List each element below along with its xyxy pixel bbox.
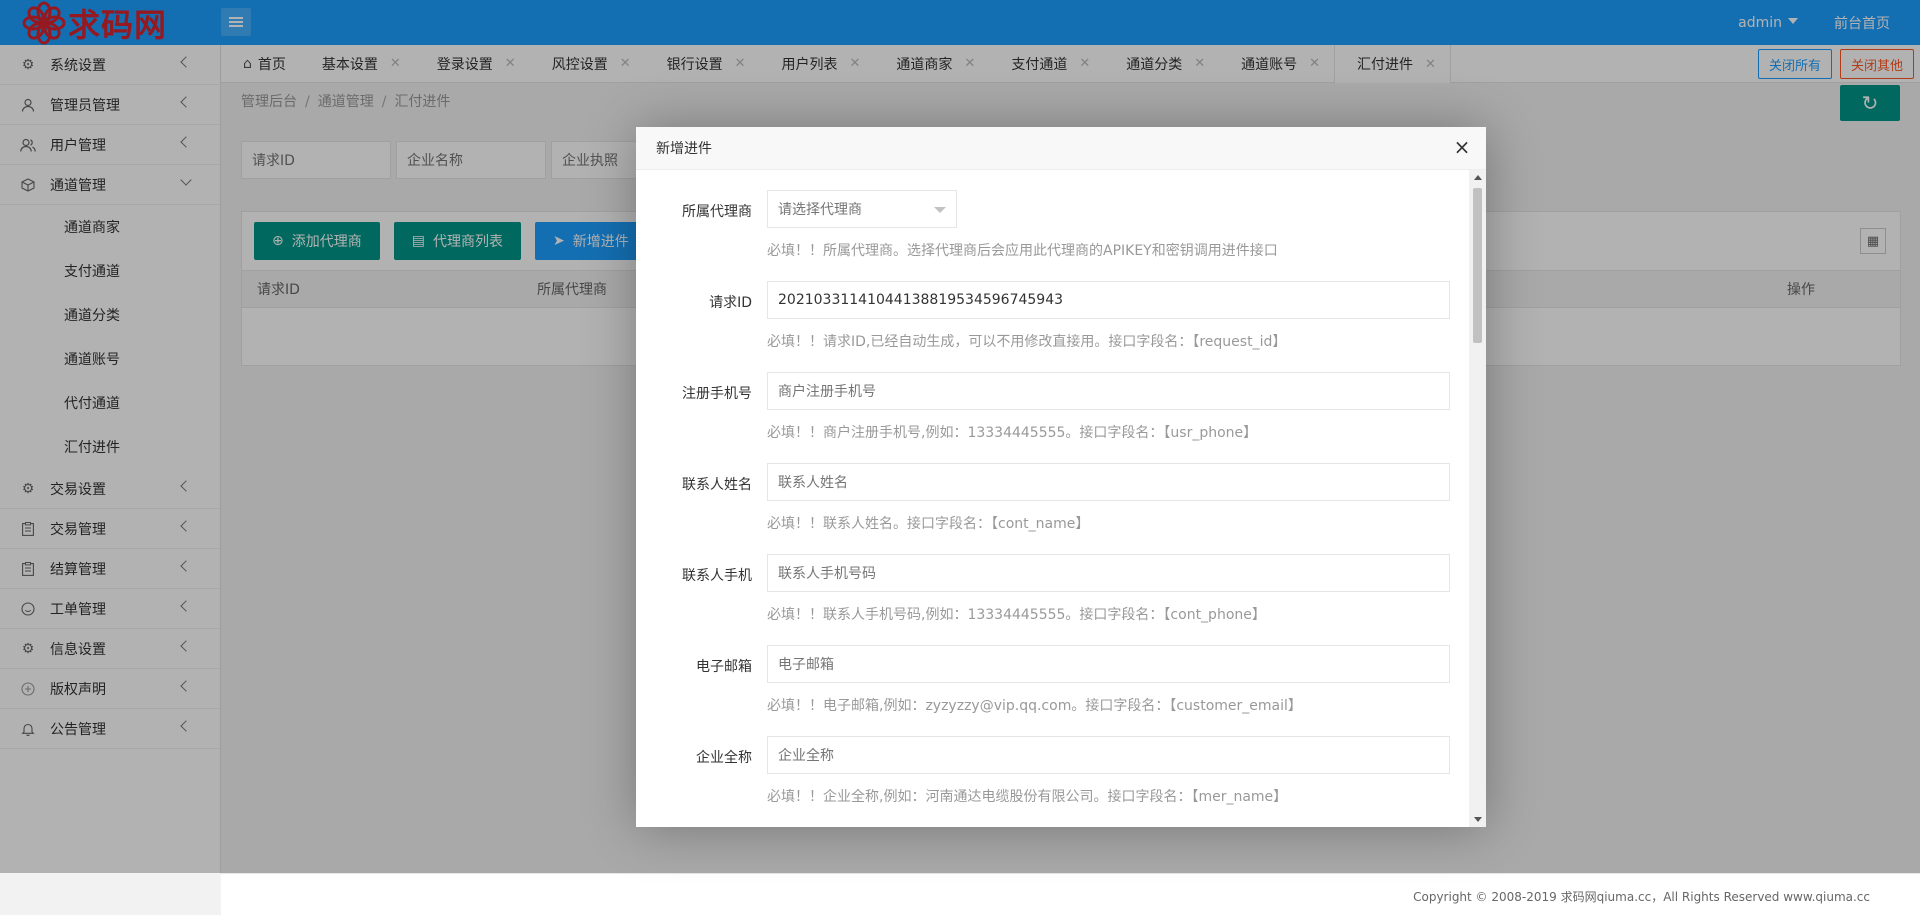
modal-title: 新增进件	[656, 141, 712, 157]
request-id-input[interactable]: 20210331141044138819534596745943	[767, 281, 1450, 319]
field-label: 企业全称	[696, 750, 752, 766]
email-input[interactable]: 电子邮箱	[767, 645, 1450, 683]
company-name-input[interactable]: 企业全称	[767, 736, 1450, 774]
scroll-up-icon[interactable]	[1474, 175, 1482, 180]
close-icon[interactable]: ×	[1450, 135, 1474, 159]
field-hint: 必填！！请求ID,已经自动生成，可以不用修改直接用。接口字段名：【request…	[767, 334, 1287, 350]
modal-body: 所属代理商 请选择代理商 必填！！所属代理商。选择代理商后会应用此代理商的API…	[636, 170, 1468, 827]
agent-select[interactable]: 请选择代理商	[767, 190, 957, 228]
field-label: 请求ID	[709, 295, 752, 311]
field-label: 联系人手机	[682, 568, 752, 584]
new-apply-modal: 新增进件 × 所属代理商 请选择代理商 必填！！所属代理商。选择代理商后会应用此…	[636, 127, 1486, 827]
scroll-down-icon[interactable]	[1474, 817, 1482, 822]
select-placeholder: 请选择代理商	[778, 202, 862, 218]
contact-phone-input[interactable]: 联系人手机号码	[767, 554, 1450, 592]
field-label: 电子邮箱	[696, 659, 752, 675]
field-hint: 必填！！联系人手机号码,例如：13334445555。接口字段名：【cont_p…	[767, 607, 1266, 623]
copyright-text: Copyright © 2008-2019 求码网qiuma.cc，All Ri…	[1413, 890, 1870, 904]
field-hint: 必填！！电子邮箱,例如：zyzyzzy@vip.qq.com。接口字段名：【cu…	[767, 698, 1302, 714]
contact-name-input[interactable]: 联系人姓名	[767, 463, 1450, 501]
field-hint: 必填！！联系人姓名。接口字段名：【cont_name】	[767, 516, 1090, 532]
field-hint: 必填！！企业全称,例如：河南通达电缆股份有限公司。接口字段名：【mer_name…	[767, 789, 1288, 805]
caret-down-icon	[934, 207, 946, 213]
footer: Copyright © 2008-2019 求码网qiuma.cc，All Ri…	[221, 873, 1920, 915]
field-label: 所属代理商	[682, 204, 752, 220]
field-label: 联系人姓名	[682, 477, 752, 493]
modal-scrollbar[interactable]	[1469, 170, 1486, 827]
scroll-thumb[interactable]	[1473, 188, 1482, 343]
modal-header: 新增进件 ×	[636, 127, 1486, 170]
register-phone-input[interactable]: 商户注册手机号	[767, 372, 1450, 410]
field-hint: 必填！！商户注册手机号,例如：13334445555。接口字段名：【usr_ph…	[767, 425, 1258, 441]
field-label: 注册手机号	[682, 386, 752, 402]
field-hint: 必填！！所属代理商。选择代理商后会应用此代理商的APIKEY和密钥调用进件接口	[767, 243, 1278, 259]
